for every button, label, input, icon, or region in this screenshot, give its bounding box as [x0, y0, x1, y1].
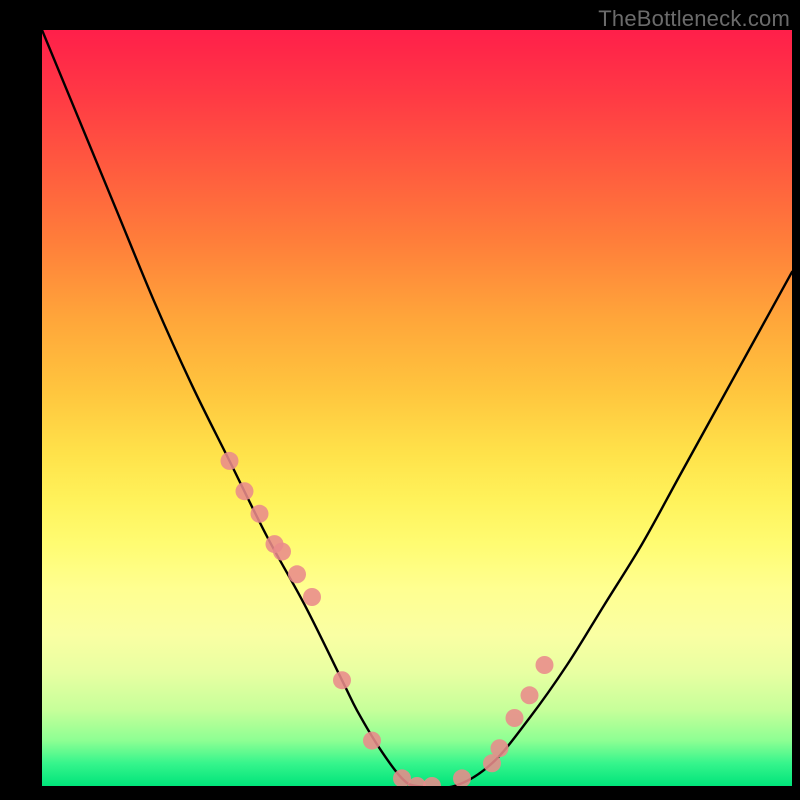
data-point	[506, 709, 524, 727]
chart-svg	[42, 30, 792, 786]
data-point	[288, 565, 306, 583]
data-point	[536, 656, 554, 674]
data-point	[333, 671, 351, 689]
plot-area	[42, 30, 792, 786]
data-point	[363, 732, 381, 750]
bottleneck-curve	[42, 30, 792, 786]
data-point	[521, 686, 539, 704]
data-point	[251, 505, 269, 523]
data-point	[303, 588, 321, 606]
watermark-text: TheBottleneck.com	[598, 6, 790, 32]
chart-frame: TheBottleneck.com	[0, 0, 800, 800]
data-point	[491, 739, 509, 757]
data-point	[221, 452, 239, 470]
data-point	[453, 769, 471, 786]
data-point	[423, 777, 441, 786]
data-point	[273, 543, 291, 561]
data-points-group	[221, 452, 554, 786]
data-point	[236, 482, 254, 500]
